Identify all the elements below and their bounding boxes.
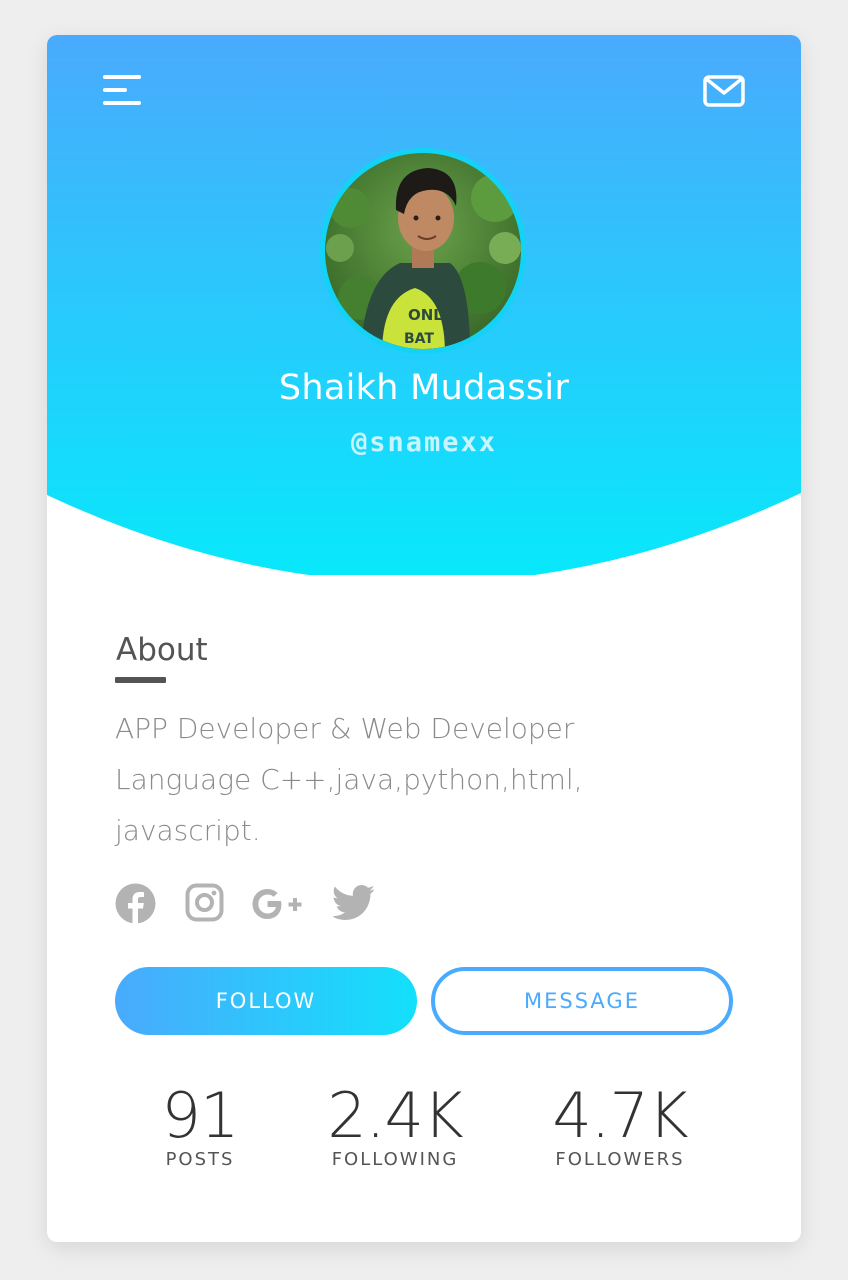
bio-text: APP Developer & Web Developer Language C…	[115, 703, 675, 856]
profile-name: Shaikh Mudassir	[278, 368, 570, 408]
stat-followers[interactable]: 4.7K FOLLOWERS	[520, 1079, 720, 1171]
mail-icon[interactable]	[703, 75, 745, 107]
instagram-icon[interactable]	[185, 883, 224, 922]
stat-label: POSTS	[165, 1149, 235, 1170]
avatar-shirt-text: ONLY	[408, 306, 453, 324]
stat-label: FOLLOWERS	[555, 1149, 685, 1170]
facebook-icon[interactable]	[115, 883, 156, 924]
twitter-icon[interactable]	[333, 885, 375, 920]
avatar-shirt-text-2: BAT	[404, 331, 434, 347]
avatar-photo: ONLY BAT	[320, 148, 526, 354]
about-heading: About	[116, 632, 208, 668]
avatar[interactable]: ONLY BAT	[320, 148, 526, 354]
message-button[interactable]: MESSAGE	[431, 967, 733, 1035]
bio-line: Language C++,java,python,html,	[115, 763, 583, 796]
stat-value: 91	[161, 1079, 240, 1152]
follow-button[interactable]: FOLLOW	[115, 967, 417, 1035]
stat-label: FOLLOWING	[331, 1149, 459, 1170]
stat-following[interactable]: 2.4K FOLLOWING	[295, 1079, 495, 1171]
google-plus-icon[interactable]	[252, 888, 304, 920]
stat-value: 4.7K	[552, 1079, 688, 1152]
menu-icon[interactable]	[103, 75, 141, 105]
stat-posts[interactable]: 91 POSTS	[100, 1079, 300, 1171]
bio-line: APP Developer & Web Developer	[115, 712, 575, 745]
profile-card: ONLY BAT Shaikh Mudassir @snamexx About …	[47, 35, 801, 1242]
about-underline	[115, 677, 166, 683]
profile-handle: @snamexx	[350, 427, 498, 458]
stat-value: 2.4K	[327, 1079, 463, 1152]
bio-line: javascript.	[115, 814, 261, 847]
